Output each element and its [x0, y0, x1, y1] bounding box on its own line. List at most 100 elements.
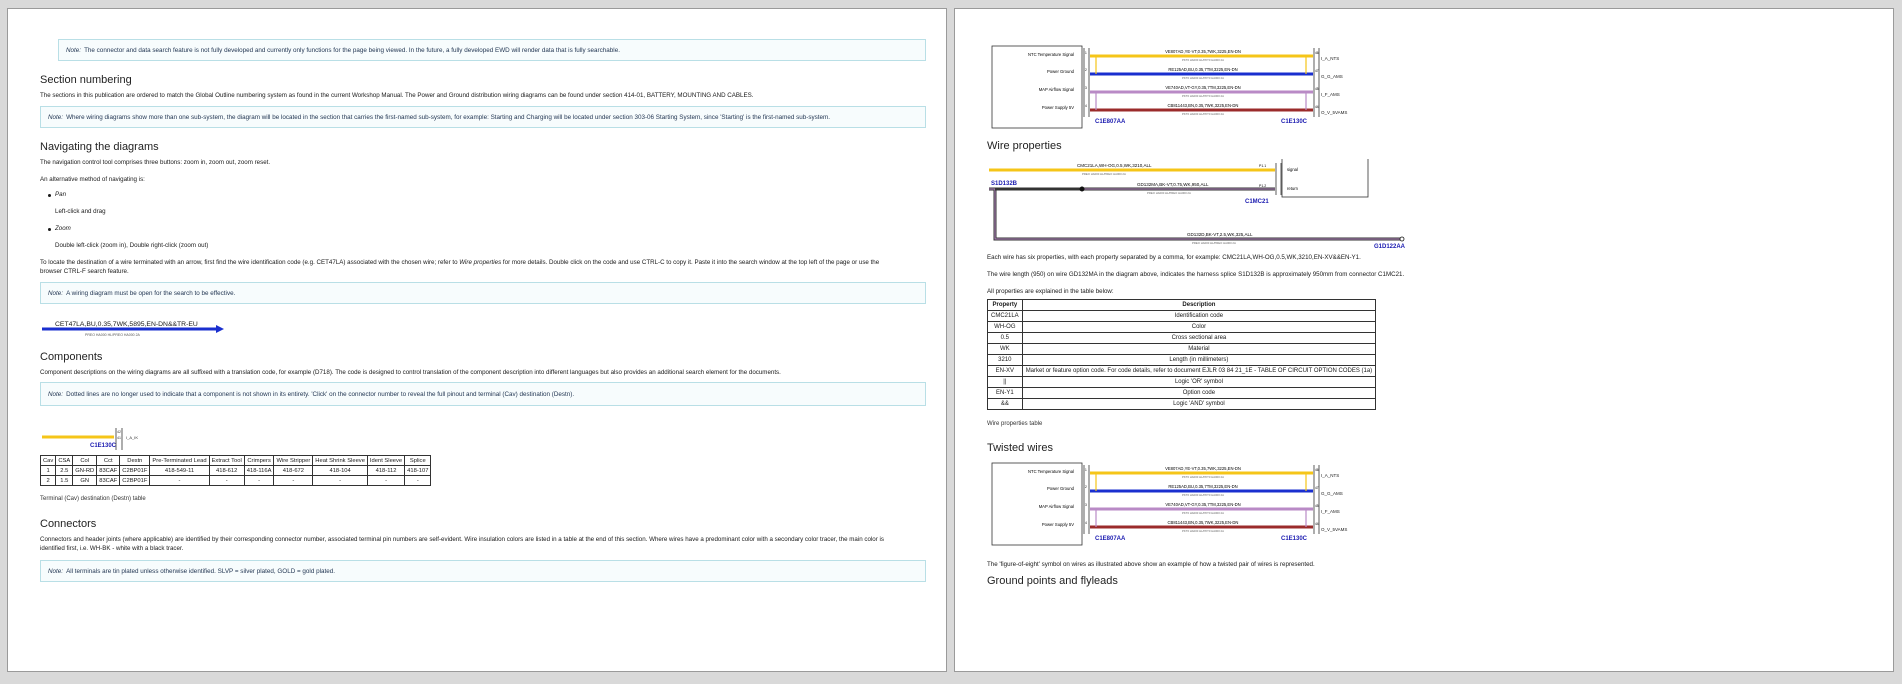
table-cell: 418-116A: [243, 465, 275, 476]
table-cell: 418-104: [312, 465, 368, 476]
wire-label[interactable]: CB811443,BN,0.35,7WK,3225,EN-DN: [1168, 103, 1239, 108]
pan-desc: Left-click and drag: [55, 208, 106, 215]
wire-sub-label: PREO HA000 HL/PREO HA000 2A: [1192, 241, 1236, 245]
connectors-body-2: identified first, i.e. WH-BK - white wit…: [40, 545, 184, 552]
components-body: Component descriptions on the wiring dia…: [40, 369, 781, 376]
wire-label[interactable]: RE125AD,BU,0.35,7TM,3225,EN-DN: [1168, 67, 1237, 72]
navigating-alt: An alternative method of navigating is:: [40, 176, 145, 183]
connector-id-link[interactable]: C1E130C: [1281, 536, 1308, 542]
example-wire-label[interactable]: CET47LA,BU,0.35,7WK,5895,EN-DN&&TR-EU: [55, 321, 198, 328]
wire-label[interactable]: VE740AD,VT-GY,0.35,7TM,3225,EN-DN: [1165, 502, 1240, 507]
wire-label[interactable]: RE125AD,BU,0.35,7TM,3225,EN-DN: [1168, 484, 1237, 489]
column-header: Crimpers: [243, 455, 275, 466]
pin-number: 47: [1315, 69, 1319, 73]
table-cell: -: [208, 475, 245, 486]
pin-number: 44: [1315, 522, 1319, 526]
bullet-icon: [48, 194, 51, 197]
table-cell: -: [149, 475, 210, 486]
signal-label: MAP Airflow Signal: [1039, 87, 1074, 92]
heading-navigating: Navigating the diagrams: [40, 141, 159, 153]
column-header: Ident Sleeve: [366, 455, 406, 466]
note-text: Dotted lines are no longer used to indic…: [66, 390, 575, 398]
connector-id-link[interactable]: C1E807AA: [1095, 536, 1126, 542]
heading-section-numbering: Section numbering: [40, 74, 132, 86]
wire-properties-para-1: Each wire has six properties, with each …: [987, 254, 1361, 261]
table-cell: -: [243, 475, 275, 486]
connectors-body-1: Connectors and header joints (where appl…: [40, 536, 885, 543]
wire-sub-label: PKT0 HA000 HL/PKT0 HA000 2A: [1182, 511, 1224, 515]
pin-number: 3: [1085, 503, 1087, 507]
locate-paragraph: To locate the destination of a wire term…: [40, 258, 879, 267]
wire-label[interactable]: VE807AD,YE-VT,0.35,7WK,3225,EN-DN: [1165, 466, 1241, 471]
column-header: Wire Stripper: [273, 455, 314, 466]
example-wire-diagram: CET47LA,BU,0.35,7WK,5895,EN-DN&&TR-EU PR…: [42, 321, 224, 337]
left-page: Note: The connector and data search feat…: [7, 8, 947, 672]
table-cell: 0.5: [987, 332, 1023, 344]
column-header: Description: [1021, 299, 1377, 311]
connector-id-link[interactable]: C1E130C: [1281, 119, 1308, 125]
wire-sub-label: PKT0 HA000 HL/PKT0 HA000 2A: [1182, 58, 1224, 62]
pin-number: 41: [117, 436, 121, 440]
pin-function-label: O_V_5VAMS: [1321, 110, 1348, 115]
table-cell: -: [404, 475, 432, 486]
pin-number: 4: [1085, 521, 1087, 525]
wire-label[interactable]: CMC21LA,WH-OG,0.5,WK,3210,ALL: [1077, 163, 1152, 168]
table-cell: -: [366, 475, 406, 486]
table-cell: 3210: [987, 354, 1023, 366]
wire-sub-label: PKT0 HA000 HL/PKT0 HA000 2A: [1182, 94, 1224, 98]
signal-label: Power Ground: [1047, 69, 1075, 74]
table-cell: WK: [987, 343, 1023, 355]
box-return-label: return: [1287, 186, 1299, 191]
column-header: Col: [72, 455, 98, 466]
heading-ground-points: Ground points and flyleads: [987, 575, 1118, 587]
connector-id-link[interactable]: C1E807AA: [1095, 119, 1126, 125]
note-text: The connector and data search feature is…: [84, 46, 620, 54]
ground-id-link[interactable]: G1D122AA: [1374, 244, 1406, 249]
note-search-open: Note: A wiring diagram must be open for …: [40, 282, 926, 304]
note-text: All terminals are tin plated unless othe…: [66, 567, 335, 575]
pin-number: 3: [1085, 86, 1087, 90]
pin-number: 45: [1315, 504, 1319, 508]
table-cell: EN-XV: [987, 365, 1023, 377]
table-cell: 418-549-11: [149, 465, 210, 476]
table-cell: Option code: [1021, 387, 1377, 399]
note-prefix: Note:: [48, 567, 64, 575]
connector-id-link[interactable]: C1MC21: [1245, 199, 1269, 205]
heading-wire-properties: Wire properties: [987, 140, 1062, 152]
table-row: 0.5 Cross sectional area: [987, 332, 1377, 344]
locate-text-1: To locate the destination of a wire term…: [40, 259, 458, 266]
column-header: Destn: [119, 455, 151, 466]
wire-label[interactable]: GD132MA,BK-VT,0.75,WK,950,ALL: [1137, 182, 1209, 187]
note-prefix: Note:: [66, 46, 82, 54]
splice-id-link[interactable]: S1D132B: [991, 181, 1018, 187]
column-header: Property: [987, 299, 1023, 311]
table-row: EN-Y1 Option code: [987, 387, 1377, 399]
wire-label[interactable]: GD132D,BK-VT,2.5,WK,325,ALL: [1187, 232, 1253, 237]
note-prefix: Note:: [48, 390, 64, 398]
note-prefix: Note:: [48, 289, 64, 297]
table-cell: C2BP01F: [119, 475, 151, 486]
wire-properties-diagram: CMC21LA,WH-OG,0.5,WK,3210,ALL PREO HA000…: [989, 159, 1406, 249]
pin-function-label: I_F_AMS: [1321, 509, 1340, 514]
pin-number: 46: [1315, 51, 1319, 55]
wire-properties-link[interactable]: Wire properties: [459, 259, 501, 266]
wire-end-label: I_A_IK: [126, 435, 138, 440]
table-row: WK Material: [987, 343, 1377, 355]
pin-number: 1: [1085, 468, 1087, 472]
wire-label[interactable]: CB811443,BN,0.35,7WK,3225,EN-DN: [1168, 520, 1239, 525]
signal-label: NTC Temperature Signal: [1028, 469, 1074, 474]
table-cell: C2BP01F: [119, 465, 151, 476]
wire-label[interactable]: VE807AD,YE-VT,0.35,7WK,3225,EN-DN: [1165, 49, 1241, 54]
table-cell: EN-Y1: [987, 387, 1023, 399]
wire-sub-label: PKT0 HA000 HL/PKT0 HA000 2A: [1182, 112, 1224, 116]
table-cell: Length (in millimeters): [1021, 354, 1377, 366]
table-cell: 418-112: [366, 465, 406, 476]
wire-sub-label: PREO HA000 HL/PREO HA000 2A: [1082, 172, 1126, 176]
note-sub-system: Note: Where wiring diagrams show more th…: [40, 106, 926, 128]
column-header: Cav: [39, 455, 57, 466]
column-header: Cct: [96, 455, 121, 466]
wire-label[interactable]: VE740AD,VT-GY,0.35,7TM,3225,EN-DN: [1165, 85, 1240, 90]
pin-function-label: O_V_5VAMS: [1321, 527, 1348, 532]
heading-connectors: Connectors: [40, 518, 97, 530]
connector-id-link[interactable]: C1E130C: [90, 443, 117, 449]
